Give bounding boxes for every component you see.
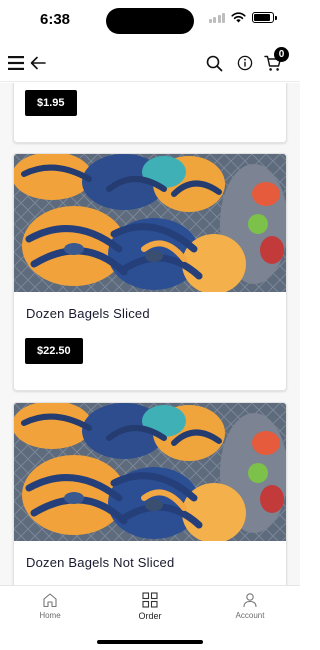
price-button[interactable]: $22.50 <box>25 338 83 364</box>
cellular-signal-icon <box>208 12 225 23</box>
tab-order[interactable]: Order <box>100 592 200 621</box>
home-icon <box>43 593 57 608</box>
product-image[interactable] <box>14 403 286 541</box>
dynamic-island <box>106 8 194 34</box>
hamburger-icon[interactable] <box>5 52 27 74</box>
cart-count-badge: 0 <box>274 47 289 62</box>
cart-button[interactable]: 0 <box>262 47 289 74</box>
price-button[interactable]: $1.95 <box>25 90 77 116</box>
home-indicator <box>97 640 203 644</box>
tab-home-label: Home <box>39 611 61 620</box>
arrow-left-icon[interactable] <box>27 52 49 74</box>
tab-order-label: Order <box>138 611 162 621</box>
product-card[interactable]: Dozen Bagels Not Sliced <box>13 402 287 585</box>
search-icon[interactable] <box>203 52 225 74</box>
product-name[interactable]: Dozen Bagels Sliced <box>26 306 150 321</box>
wifi-icon <box>231 12 246 23</box>
tab-home[interactable]: Home <box>0 592 100 620</box>
status-bar: 6:38 <box>0 0 300 44</box>
info-icon[interactable] <box>234 52 256 74</box>
tab-account[interactable]: Account <box>200 592 300 620</box>
battery-icon <box>252 12 277 23</box>
product-name[interactable]: Dozen Bagels Not Sliced <box>26 555 174 570</box>
status-time: 6:38 <box>40 11 71 28</box>
app-header: 0 <box>0 44 300 82</box>
status-icons <box>208 12 277 23</box>
battery-fill <box>254 14 271 21</box>
user-icon <box>243 593 257 608</box>
product-card[interactable]: Dozen Bagels Sliced $22.50 <box>13 153 287 391</box>
tab-account-label: Account <box>235 611 265 620</box>
product-list[interactable]: $1.95 Dozen Bagels Sliced $22.50 Dozen B… <box>0 83 300 585</box>
product-card[interactable]: $1.95 <box>13 83 287 143</box>
product-image[interactable] <box>14 154 286 292</box>
grid-icon <box>142 592 158 608</box>
